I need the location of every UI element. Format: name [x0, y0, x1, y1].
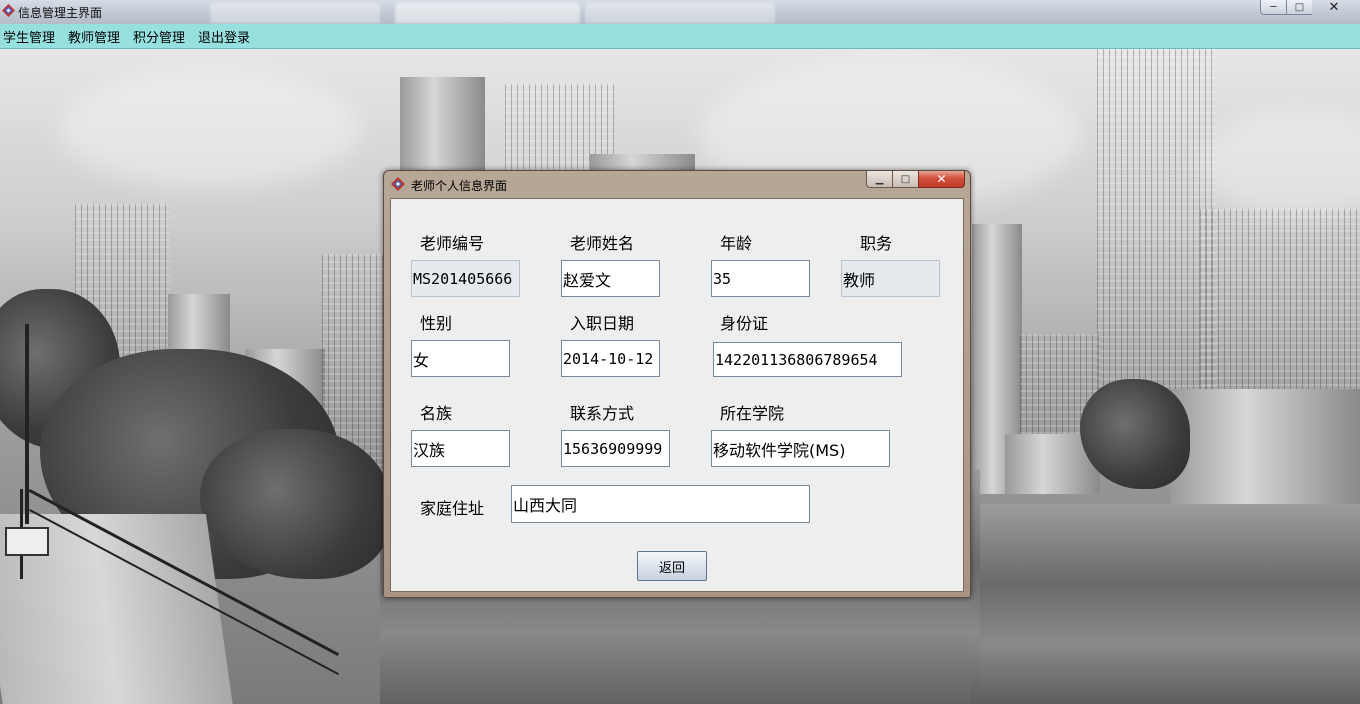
- dialog-controls: ▁ □ ✕: [866, 171, 965, 188]
- menu-bar: 学生管理 教师管理 积分管理 退出登录: [0, 24, 1360, 49]
- label-teacher-id: 老师编号: [420, 234, 485, 253]
- label-hire-date: 入职日期: [570, 314, 635, 333]
- label-contact: 联系方式: [570, 404, 635, 423]
- gender-field[interactable]: 女: [411, 340, 510, 377]
- menu-logout[interactable]: 退出登录: [195, 27, 257, 46]
- label-college: 所在学院: [720, 404, 785, 423]
- label-ethnicity: 名族: [420, 404, 453, 423]
- menu-student-management[interactable]: 学生管理: [0, 27, 62, 46]
- return-button[interactable]: 返回: [637, 551, 707, 581]
- blurred-background-tab: [395, 3, 580, 23]
- blurred-background-tab: [585, 3, 775, 23]
- java-app-icon: [391, 177, 405, 191]
- college-field[interactable]: 移动软件学院(MS): [711, 430, 890, 467]
- dialog-title: 老师个人信息界面: [411, 179, 508, 193]
- label-id-card: 身份证: [720, 314, 769, 333]
- dialog-maximize-button[interactable]: □: [892, 171, 918, 188]
- contact-field[interactable]: 15636909999: [561, 430, 670, 467]
- main-maximize-button[interactable]: □: [1286, 0, 1312, 15]
- main-minimize-button[interactable]: ─: [1260, 0, 1286, 15]
- label-address: 家庭住址: [420, 499, 485, 518]
- id-card-field[interactable]: 142201136806789654: [713, 342, 902, 377]
- dialog-minimize-button[interactable]: ▁: [866, 171, 892, 188]
- teacher-name-field[interactable]: 赵爱文: [561, 260, 660, 297]
- menu-teacher-management[interactable]: 教师管理: [65, 27, 127, 46]
- teacher-id-field[interactable]: MS201405666: [411, 260, 520, 297]
- bench: [5, 527, 49, 556]
- main-window-title: 信息管理主界面: [18, 6, 103, 20]
- dialog-titlebar[interactable]: 老师个人信息界面 ▁ □ ✕: [384, 171, 970, 197]
- ethnicity-field[interactable]: 汉族: [411, 430, 510, 467]
- main-window-titlebar: 信息管理主界面 ─ □ ✕: [0, 0, 1360, 24]
- main-window-controls: ─ □ ✕: [1260, 0, 1356, 16]
- menu-points-management[interactable]: 积分管理: [130, 27, 192, 46]
- dialog-close-button[interactable]: ✕: [918, 171, 965, 188]
- position-field[interactable]: 教师: [841, 260, 940, 297]
- dialog-content: 老师编号 老师姓名 年龄 职务 MS201405666 赵爱文 35 教师 性别…: [390, 198, 964, 592]
- address-field[interactable]: 山西大同: [511, 485, 810, 523]
- java-app-icon: [2, 4, 15, 17]
- main-close-button[interactable]: ✕: [1312, 0, 1356, 15]
- label-gender: 性别: [420, 314, 453, 333]
- age-field[interactable]: 35: [711, 260, 810, 297]
- teacher-info-dialog: 老师个人信息界面 ▁ □ ✕ 老师编号 老师姓名 年龄 职务 MS2014056…: [383, 170, 971, 598]
- label-age: 年龄: [720, 234, 753, 253]
- label-teacher-name: 老师姓名: [570, 234, 635, 253]
- label-position: 职务: [860, 234, 893, 253]
- blurred-background-tab: [210, 3, 380, 23]
- hire-date-field[interactable]: 2014-10-12: [561, 340, 660, 377]
